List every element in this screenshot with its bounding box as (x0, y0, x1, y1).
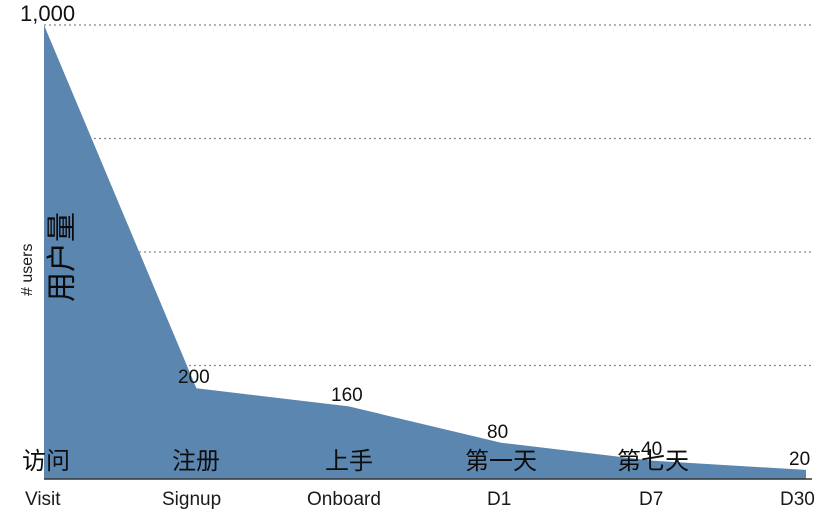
value-label-d30: 20 (789, 449, 811, 470)
category-label-zh-onboard: 上手 (325, 448, 373, 475)
tick-label-onboard: Onboard (307, 489, 381, 510)
chart-canvas (44, 24, 812, 480)
value-label-d1: 80 (487, 422, 509, 443)
category-label-zh-d7: 第七天 (617, 448, 689, 475)
funnel-area-chart: # users 用户量 1,000 200 160 80 40 20 访问 注册… (0, 0, 825, 522)
category-label-zh-d1: 第一天 (465, 448, 537, 475)
series-label-yonghuliang: 用户量 (46, 212, 79, 302)
value-label-onboard: 160 (331, 385, 363, 406)
category-label-zh-signup: 注册 (172, 448, 220, 475)
tick-label-d1: D1 (487, 489, 512, 510)
tick-label-d30: D30 (780, 489, 815, 510)
value-label-visit: 1,000 (20, 1, 76, 26)
tick-label-visit: Visit (25, 489, 61, 510)
tick-label-d7: D7 (639, 489, 664, 510)
category-label-zh-visit: 访问 (22, 448, 70, 475)
tick-label-signup: Signup (162, 489, 222, 510)
y-axis-title: # users (19, 243, 36, 296)
value-label-signup: 200 (178, 367, 210, 388)
